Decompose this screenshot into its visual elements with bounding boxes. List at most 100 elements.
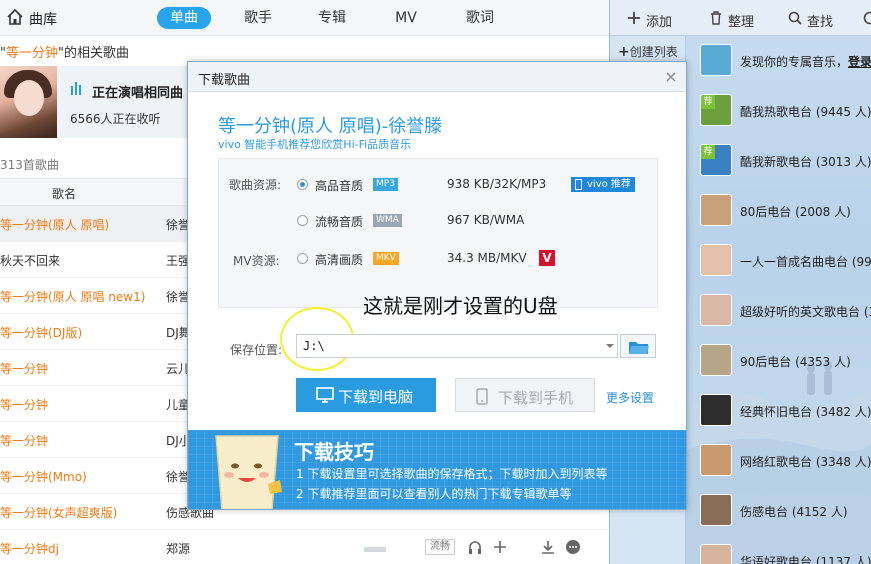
chevron-down-icon[interactable] [606, 344, 614, 348]
close-icon[interactable] [664, 70, 678, 84]
tips-title: 下载技巧 [294, 440, 374, 464]
song-title[interactable]: 等一分钟 [0, 360, 48, 377]
song-title[interactable]: 秋天不回来 [0, 252, 60, 269]
search-keyword: 等一分钟 [5, 46, 58, 61]
tab-lyrics[interactable]: 歌词 [453, 7, 507, 29]
radio-station-label[interactable]: 一人一首成名曲电台 (99 [740, 253, 871, 270]
home-icon[interactable] [6, 8, 24, 26]
option-hd-video[interactable]: 高清画质 [315, 251, 363, 268]
refresh-icon[interactable] [862, 10, 871, 26]
save-location-label: 保存位置: [230, 343, 283, 357]
radio-station-item[interactable]: 网络红歌电台 (3348 人) [700, 442, 871, 482]
song-title[interactable]: 等一分钟(女声超爽版) [0, 504, 117, 521]
format-badge-mp3: MP3 [373, 178, 398, 191]
radio-station-item[interactable]: 荐酷我新歌电台 (3013 人) [700, 142, 871, 182]
radio-station-label[interactable]: 网络红歌电台 (3348 人) [740, 453, 871, 470]
radio-station-label[interactable]: 伤感电台 (4152 人) [740, 503, 848, 520]
radio-avatar [700, 494, 732, 526]
discover-avatar [700, 44, 732, 76]
radio-station-item[interactable]: 超级好听的英文歌电台 (3 [700, 292, 871, 332]
radio-smooth-quality[interactable] [297, 215, 308, 226]
song-artist[interactable]: 郑源 [166, 540, 190, 557]
song-title[interactable]: 等一分钟(原人 原唱 new1) [0, 288, 145, 305]
recommend-tag: 荐 [701, 145, 715, 159]
radio-station-item[interactable]: 荐酷我热歌电台 (9445 人) [700, 92, 871, 132]
radio-station-item[interactable]: 一人一首成名曲电台 (99 [700, 242, 871, 282]
more-icon[interactable] [565, 539, 581, 555]
radio-avatar [700, 344, 732, 376]
find-label: 查找 [807, 15, 834, 30]
more-settings-link[interactable]: 更多设置 [606, 389, 654, 406]
radio-station-label[interactable]: 80后电台 (2008 人) [740, 203, 851, 220]
dialog-title-bar[interactable]: 下载歌曲 [188, 62, 686, 92]
home-label[interactable]: 曲库 [29, 9, 57, 29]
dialog-title: 下载歌曲 [198, 73, 251, 88]
radio-station-label[interactable]: 90后电台 (4353 人) [740, 353, 851, 370]
vivo-ad-text[interactable]: vivo 智能手机推荐您欣赏Hi-Fi品质音乐 [218, 136, 411, 152]
login-link[interactable]: 登录 [848, 55, 871, 69]
option-smooth-quality[interactable]: 流畅音质 [315, 213, 363, 230]
tab-single[interactable]: 单曲 [157, 7, 211, 29]
song-title[interactable]: 等一分钟 [0, 432, 48, 449]
download-to-phone-button[interactable]: 下载到手机 [455, 378, 595, 412]
tab-mv[interactable]: MV [379, 7, 433, 29]
radio-avatar [700, 444, 732, 476]
create-list-button[interactable]: +创建列表 [618, 43, 678, 60]
listeners-count: 6566人正在收听 [70, 112, 161, 126]
radio-station-item[interactable]: 经典怀旧电台 (3482 人) [700, 392, 871, 432]
radio-station-item[interactable]: 华语好歌电台 (1137 人) [700, 542, 871, 564]
radio-station-item[interactable]: 80后电台 (2008 人) [700, 192, 871, 232]
trash-icon [711, 11, 721, 25]
browse-folder-button[interactable] [620, 334, 656, 358]
song-title[interactable]: 等一分钟(Mmo) [0, 468, 87, 485]
now-playing-text[interactable]: 正在演唱相同曲 [92, 82, 183, 101]
radio-station-label[interactable]: 华语好歌电台 (1137 人) [740, 553, 871, 564]
radio-station-item[interactable]: 90后电台 (4353 人) [700, 342, 871, 382]
size-smooth-quality: 967 KB/WMA [447, 213, 525, 227]
mascot-icon [215, 435, 282, 509]
download-song-title: 等一分钟(原人 原唱)-徐誉滕 [218, 116, 443, 137]
tab-artist[interactable]: 歌手 [231, 7, 285, 29]
column-song-name[interactable]: 歌名 [52, 185, 76, 202]
radio-avatar [700, 394, 732, 426]
quality-badge: 流畅 [425, 539, 455, 555]
format-badge-mkv: MKV [373, 252, 399, 265]
plus-icon [628, 12, 640, 24]
radio-avatar: 荐 [700, 144, 732, 176]
radio-station-label[interactable]: 酷我新歌电台 (3013 人) [740, 153, 871, 170]
radio-avatar [700, 194, 732, 226]
song-title[interactable]: 等一分钟 [0, 396, 48, 413]
download-to-pc-label: 下载到电脑 [338, 389, 414, 406]
song-title[interactable]: 等一分钟dj [0, 540, 59, 557]
song-title[interactable]: 等一分钟(DJ版) [0, 324, 82, 341]
radio-hd-video[interactable] [297, 253, 308, 264]
search-icon [788, 11, 802, 25]
radio-station-item[interactable]: 伤感电台 (4152 人) [700, 492, 871, 532]
table-row[interactable]: 等一分钟dj 郑源 流畅 [0, 530, 609, 564]
plus-icon: + [618, 44, 630, 60]
size-high-quality: 938 KB/32K/MP3 [447, 177, 547, 191]
artist-banner [57, 66, 197, 138]
vivo-recommend-badge[interactable]: vivo 推荐 [571, 177, 635, 192]
download-tips-panel: 下载技巧 1 下载设置里可选择歌曲的保存格式；下载时加入到列表等 2 下载推荐里… [188, 430, 686, 509]
radio-station-label[interactable]: 超级好听的英文歌电台 (3 [740, 303, 871, 320]
headphones-icon[interactable] [467, 539, 483, 555]
discover-text: 发现你的专属音乐，登录 [740, 55, 871, 69]
radio-station-label[interactable]: 经典怀旧电台 (3482 人) [740, 403, 871, 420]
create-list-label: 创建列表 [629, 45, 678, 59]
tab-album[interactable]: 专辑 [305, 7, 359, 29]
download-to-pc-button[interactable]: 下载到电脑 [296, 378, 436, 412]
artist-photo[interactable] [0, 66, 57, 138]
song-title[interactable]: 等一分钟(原人 原唱) [0, 216, 109, 233]
add-icon[interactable] [492, 539, 508, 555]
radio-station-label[interactable]: 酷我热歌电台 (9445 人) [740, 103, 871, 120]
size-hd-video: 34.3 MB/MKV [447, 251, 527, 265]
radio-high-quality[interactable] [297, 179, 308, 190]
vip-v-icon: V [539, 250, 555, 266]
radio-avatar [700, 244, 732, 276]
download-icon[interactable] [540, 539, 556, 555]
save-path-combo[interactable]: J:\ [296, 334, 618, 358]
option-high-quality[interactable]: 高品音质 [315, 177, 363, 194]
discover-item[interactable]: 发现你的专属音乐，登录 [700, 42, 871, 82]
phone-icon [575, 179, 582, 190]
